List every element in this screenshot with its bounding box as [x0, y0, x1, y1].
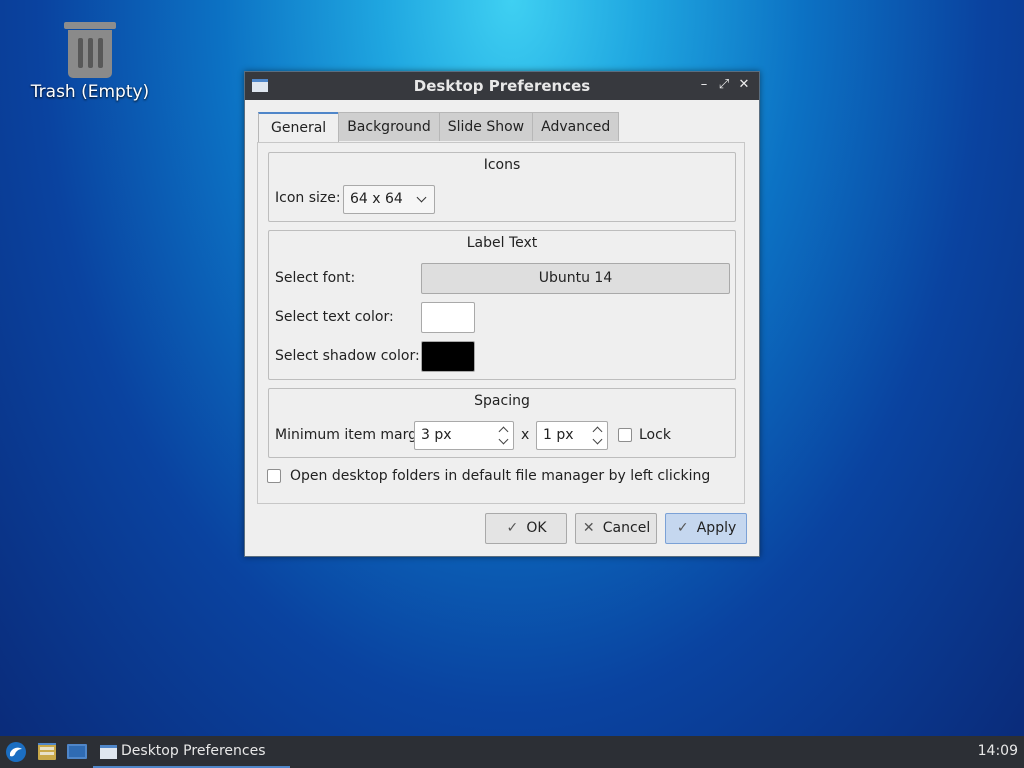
- desktop-preferences-window: Desktop Preferences – ⤢ ✕ General Backgr…: [244, 71, 760, 557]
- maximize-button[interactable]: ⤢: [715, 76, 733, 94]
- trash-label: Trash (Empty): [30, 82, 150, 102]
- open-folders-label: Open desktop folders in default file man…: [290, 468, 711, 484]
- select-text-color-label: Select text color:: [275, 309, 394, 325]
- icon-size-label: Icon size:: [275, 190, 341, 206]
- title-bar[interactable]: Desktop Preferences – ⤢ ✕: [245, 72, 759, 100]
- decrement-arrow-icon[interactable]: [498, 434, 509, 445]
- chevron-down-icon: [416, 192, 427, 203]
- lock-checkbox[interactable]: [618, 428, 632, 442]
- margin-x-spinbox[interactable]: 3 px: [414, 421, 514, 450]
- apply-label: Apply: [696, 520, 737, 536]
- spacing-group-title: Spacing: [474, 393, 530, 409]
- checkmark-icon: ✓: [506, 520, 519, 536]
- label-text-group-title: Label Text: [466, 235, 538, 251]
- task-label: Desktop Preferences: [121, 743, 266, 759]
- tab-bar: General Background Slide Show Advanced: [258, 112, 620, 143]
- taskbar: Desktop Preferences 14:09: [0, 736, 1024, 768]
- cancel-x-icon: ✕: [582, 520, 595, 536]
- open-folders-checkbox[interactable]: [267, 469, 281, 483]
- ok-button[interactable]: ✓ OK: [485, 513, 567, 544]
- select-font-button[interactable]: Ubuntu 14: [421, 263, 730, 294]
- text-color-button[interactable]: [421, 302, 475, 333]
- desktop-trash[interactable]: Trash (Empty): [20, 14, 160, 102]
- checkmark-icon: ✓: [676, 520, 689, 536]
- spacing-group: Spacing Minimum item margins: 3 px x 1 p…: [268, 388, 736, 458]
- decrement-arrow-icon[interactable]: [592, 434, 603, 445]
- label-text-group: Label Text Select font: Ubuntu 14 Select…: [268, 230, 736, 380]
- margin-separator: x: [521, 427, 530, 443]
- window-title: Desktop Preferences: [413, 77, 591, 95]
- shadow-color-button[interactable]: [421, 341, 475, 372]
- file-manager-icon[interactable]: [36, 740, 58, 764]
- cancel-button[interactable]: ✕ Cancel: [575, 513, 657, 544]
- general-tab-panel: Icons Icon size: 64 x 64 Label Text Sele…: [257, 142, 745, 504]
- show-desktop-icon[interactable]: [66, 740, 88, 764]
- icons-group-title: Icons: [483, 157, 521, 173]
- icon-size-value: 64 x 64: [350, 191, 403, 207]
- tab-advanced[interactable]: Advanced: [532, 112, 620, 141]
- tab-background[interactable]: Background: [338, 112, 440, 141]
- ok-label: OK: [526, 520, 547, 536]
- cancel-label: Cancel: [602, 520, 651, 536]
- margin-y-spinbox[interactable]: 1 px: [536, 421, 608, 450]
- taskbar-task-desktop-preferences[interactable]: Desktop Preferences: [93, 737, 290, 768]
- minimize-button[interactable]: –: [695, 76, 713, 94]
- close-button[interactable]: ✕: [735, 76, 753, 94]
- select-shadow-color-label: Select shadow color:: [275, 348, 420, 364]
- lock-label: Lock: [639, 427, 671, 443]
- clock[interactable]: 14:09: [978, 743, 1018, 759]
- apply-button[interactable]: ✓ Apply: [665, 513, 747, 544]
- icon-size-select[interactable]: 64 x 64: [343, 185, 435, 214]
- tab-slide-show[interactable]: Slide Show: [438, 112, 534, 141]
- tab-general[interactable]: General: [258, 112, 340, 143]
- start-menu-button[interactable]: [4, 740, 28, 764]
- trash-icon: [64, 18, 116, 78]
- window-icon: [100, 745, 117, 759]
- select-font-label: Select font:: [275, 270, 356, 286]
- margin-y-value: 1 px: [543, 427, 574, 443]
- margin-x-value: 3 px: [421, 427, 452, 443]
- icons-group: Icons Icon size: 64 x 64: [268, 152, 736, 222]
